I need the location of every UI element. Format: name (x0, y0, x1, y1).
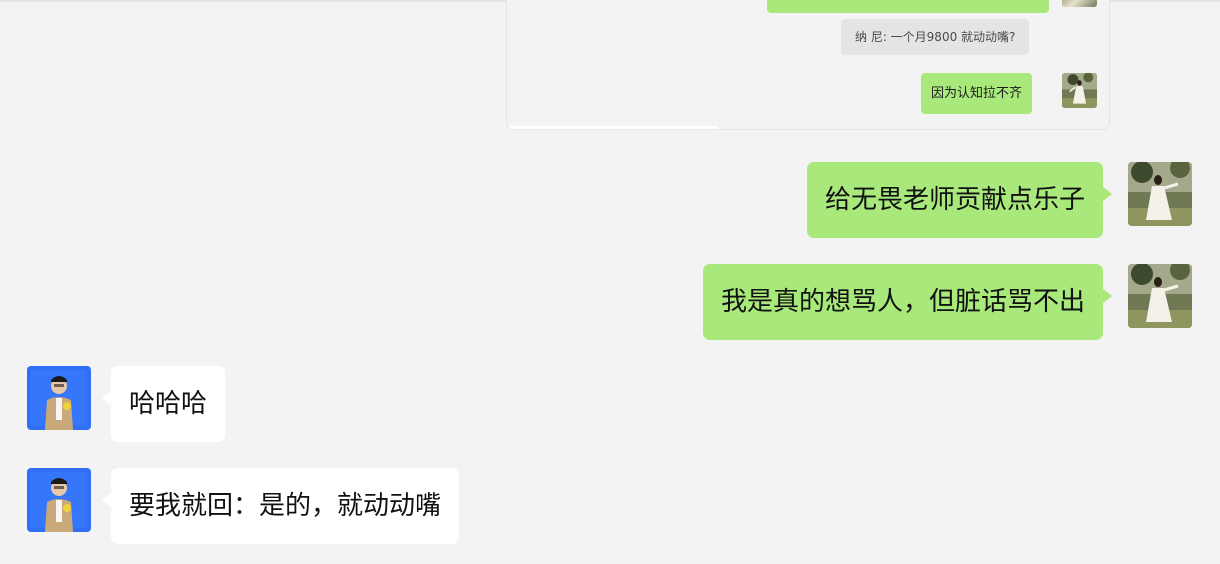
quoted-self-bubble-partial (767, 0, 1049, 13)
quoted-self-avatar-partial (1062, 0, 1097, 7)
man-on-blue-background-icon (27, 366, 91, 430)
quoted-self-avatar (1062, 73, 1097, 108)
woman-in-white-dress-icon (1062, 73, 1097, 108)
quoted-other-bubble: 纳 尼: 一个月9800 就动动嘴? (841, 19, 1030, 55)
self-avatar[interactable] (1128, 264, 1192, 328)
other-message-bubble[interactable]: 哈哈哈 (101, 366, 226, 442)
man-on-blue-background-icon (27, 468, 91, 532)
woman-in-white-dress-icon (1128, 264, 1192, 328)
other-message-bubble[interactable]: 要我就回：是的，就动动嘴 (101, 468, 460, 544)
other-avatar[interactable] (27, 366, 91, 430)
self-message-bubble[interactable]: 我是真的想骂人，但脏话骂不出 (702, 264, 1113, 340)
chat-window: 纳 尼: 一个月9800 就动动嘴? 因为认知拉不齐 给无畏老师贡献点乐子 我是… (0, 0, 1220, 564)
woman-in-white-dress-icon (1128, 162, 1192, 226)
quoted-card-scroll-progress (507, 126, 718, 129)
other-avatar[interactable] (27, 468, 91, 532)
quoted-chat-card[interactable]: 纳 尼: 一个月9800 就动动嘴? 因为认知拉不齐 (506, 0, 1110, 130)
self-avatar[interactable] (1128, 162, 1192, 226)
quoted-self-bubble: 因为认知拉不齐 (921, 73, 1033, 114)
self-message-bubble[interactable]: 给无畏老师贡献点乐子 (806, 162, 1113, 238)
